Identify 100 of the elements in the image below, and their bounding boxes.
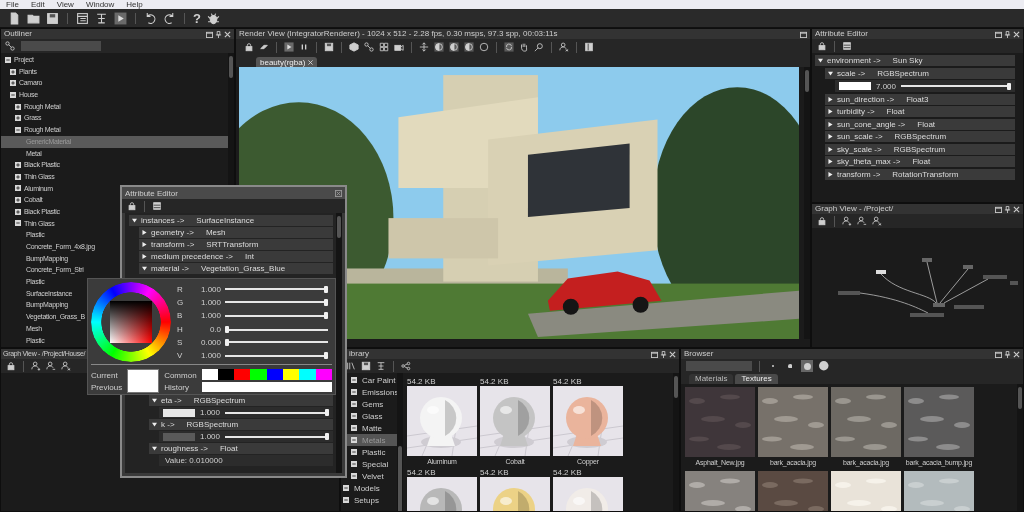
- slider-thumb[interactable]: [324, 285, 328, 293]
- stack-icon[interactable]: [842, 41, 852, 51]
- attribute-row[interactable]: sun_scale -> RGBSpectrum: [825, 131, 1015, 142]
- restore-icon[interactable]: [995, 205, 1002, 213]
- refresh-icon[interactable]: [504, 42, 514, 52]
- attribute-row[interactable]: environment -> Sun Sky: [815, 55, 1015, 66]
- slider-thumb[interactable]: [325, 409, 329, 416]
- graph-node[interactable]: [921, 257, 932, 262]
- attribute-row[interactable]: roughness -> Float: [149, 443, 333, 454]
- restore-icon[interactable]: [995, 350, 1002, 358]
- user-add-icon[interactable]: [31, 361, 41, 371]
- slider-track[interactable]: [225, 352, 328, 360]
- expand-icon[interactable]: [15, 197, 21, 204]
- tree-icon[interactable]: [95, 11, 108, 25]
- category-item[interactable]: Velvet: [341, 470, 397, 482]
- pin-icon[interactable]: [660, 350, 667, 358]
- panel-icon[interactable]: [584, 42, 594, 52]
- close-icon[interactable]: [224, 30, 231, 38]
- tab[interactable]: Materials: [689, 374, 734, 384]
- attribute-row[interactable]: transform -> RotationTransform: [825, 168, 1015, 180]
- collapse-icon[interactable]: [10, 91, 16, 98]
- close-icon[interactable]: [335, 189, 342, 197]
- camera-icon[interactable]: [394, 42, 404, 52]
- lock-icon[interactable]: [244, 42, 254, 52]
- pin-icon[interactable]: [1004, 350, 1011, 358]
- expand-triangle-icon[interactable]: [142, 230, 147, 235]
- color-swatch[interactable]: [839, 82, 871, 90]
- close-icon[interactable]: [1013, 205, 1020, 213]
- expand-triangle-icon[interactable]: [142, 242, 147, 247]
- hand-icon[interactable]: [519, 42, 529, 52]
- move-icon[interactable]: [419, 42, 429, 52]
- user-remove-icon[interactable]: [872, 216, 882, 226]
- expand-icon[interactable]: [10, 80, 16, 87]
- scrollbar[interactable]: [673, 373, 679, 511]
- user-remove-icon[interactable]: [559, 42, 569, 52]
- color-swatch[interactable]: [217, 369, 235, 380]
- color-swatch[interactable]: [283, 369, 300, 380]
- slider-thumb[interactable]: [225, 339, 229, 347]
- color-swatch[interactable]: [163, 408, 195, 417]
- user-remove-icon[interactable]: [61, 361, 71, 371]
- scrollbar[interactable]: [397, 373, 403, 511]
- help-button[interactable]: ?: [193, 11, 201, 25]
- search-icon[interactable]: [534, 42, 544, 52]
- tab[interactable]: Textures: [735, 374, 778, 384]
- color-swatch[interactable]: [266, 369, 284, 380]
- attribute-row[interactable]: eta -> RGBSpectrum: [149, 395, 333, 406]
- pause-icon[interactable]: [299, 42, 309, 52]
- half-circle-icon[interactable]: [464, 42, 474, 52]
- category-item[interactable]: Plastic: [341, 446, 397, 458]
- half-circle-icon[interactable]: [434, 42, 444, 52]
- menu-item[interactable]: Edit: [30, 0, 45, 9]
- scrollbar[interactable]: [804, 67, 810, 339]
- menu-item[interactable]: Help: [126, 0, 143, 9]
- expand-triangle-icon[interactable]: [142, 254, 147, 259]
- color-swatch[interactable]: [234, 369, 251, 380]
- color-swatch[interactable]: [250, 369, 267, 380]
- lock-icon[interactable]: [817, 41, 827, 51]
- attribute-row[interactable]: sun_cone_angle -> Float: [825, 118, 1015, 130]
- restore-icon[interactable]: [651, 350, 658, 358]
- collapse-icon[interactable]: [5, 56, 11, 63]
- user-minus-icon[interactable]: [46, 361, 56, 371]
- menu-item[interactable]: File: [6, 0, 19, 9]
- close-icon[interactable]: [1013, 30, 1020, 38]
- category-item[interactable]: Gems: [341, 398, 397, 410]
- slider-thumb[interactable]: [324, 298, 328, 306]
- size-button[interactable]: [818, 360, 830, 372]
- expand-icon[interactable]: [15, 185, 21, 192]
- color-swatch[interactable]: [163, 432, 195, 441]
- expand-triangle-icon[interactable]: [828, 146, 833, 152]
- category-item[interactable]: Special: [341, 458, 397, 470]
- graph-node[interactable]: [982, 274, 1007, 279]
- slider-track[interactable]: [225, 312, 328, 320]
- expand-triangle-icon[interactable]: [828, 134, 833, 139]
- slider-thumb[interactable]: [324, 352, 328, 360]
- pin-icon[interactable]: [1004, 30, 1011, 38]
- attribute-row[interactable]: k -> RGBSpectrum: [149, 419, 333, 430]
- category-item[interactable]: Setups: [341, 494, 397, 506]
- color-swatch[interactable]: [201, 369, 218, 380]
- cube-icon[interactable]: [349, 42, 359, 52]
- collapse-triangle-icon[interactable]: [152, 446, 157, 451]
- tab[interactable]: beauty(rgba): [256, 57, 318, 67]
- graph-node[interactable]: [837, 290, 860, 295]
- graph-node[interactable]: [932, 302, 945, 307]
- attribute-row[interactable]: geometry -> Mesh: [139, 227, 333, 238]
- expand-icon[interactable]: [15, 173, 21, 180]
- half-circle-icon[interactable]: [449, 42, 459, 52]
- graph-node[interactable]: [875, 269, 886, 274]
- attribute-row[interactable]: transform -> SRTTransform: [139, 239, 333, 250]
- category-item[interactable]: Matte: [341, 422, 397, 434]
- menu-item[interactable]: Window: [85, 0, 115, 9]
- save-icon[interactable]: [361, 361, 371, 371]
- scrollbar[interactable]: [1017, 384, 1023, 511]
- color-swatch[interactable]: [315, 369, 332, 380]
- color-square[interactable]: [110, 301, 152, 343]
- expand-triangle-icon[interactable]: [828, 159, 833, 164]
- user-minus-icon[interactable]: [857, 216, 867, 226]
- save-icon[interactable]: [324, 42, 334, 52]
- attribute-row[interactable]: turbidity -> Float: [825, 106, 1015, 117]
- expand-icon[interactable]: [15, 103, 21, 110]
- color-swatch[interactable]: [299, 369, 316, 380]
